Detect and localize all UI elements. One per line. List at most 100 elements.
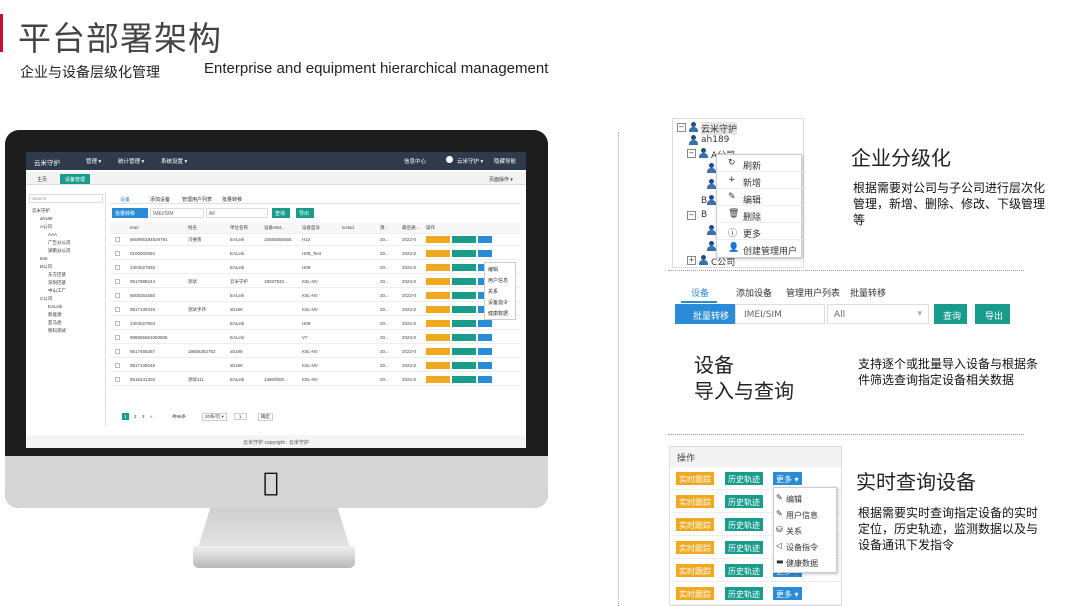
menu-edit[interactable]: ✎ 编辑 [774, 490, 838, 506]
tree-node[interactable]: EALink [48, 304, 62, 309]
more-button[interactable] [478, 348, 492, 355]
row-checkbox[interactable] [115, 349, 120, 354]
track-button[interactable] [426, 362, 450, 369]
tree-node[interactable]: ah189 [40, 216, 53, 221]
row-checkbox[interactable] [115, 307, 120, 312]
query-button[interactable]: 查询 [934, 304, 967, 324]
more-button[interactable] [478, 320, 492, 327]
sidebar-search-input[interactable]: Search [29, 194, 103, 203]
menu-device-command[interactable]: ◁ 设备指令 [774, 538, 838, 554]
user-menu[interactable]: 云米守护 ▾ [457, 157, 483, 165]
imei-input[interactable]: IMEI/SIM [150, 208, 204, 218]
tree-node[interactable]: B [701, 210, 707, 220]
tree-node[interactable]: 云米守护 [701, 122, 738, 135]
row-checkbox[interactable] [115, 321, 120, 326]
mini-menu-item[interactable]: 关系 [488, 288, 498, 295]
query-button[interactable]: 查询 [272, 208, 290, 218]
track-button[interactable] [426, 264, 450, 271]
tree-node[interactable]: 东方巴基 [48, 272, 66, 278]
imei-input[interactable]: IMEI/SIM [735, 304, 825, 324]
row-checkbox[interactable] [115, 265, 120, 270]
history-button[interactable] [452, 264, 476, 271]
tree-node[interactable]: B公司 [40, 264, 52, 270]
page-jump-input[interactable]: 1 [234, 413, 247, 420]
menu-stats[interactable]: 统计管理 ▾ [118, 157, 144, 165]
history-track-button[interactable]: 历史轨迹 [725, 495, 763, 508]
menu-manage[interactable]: 管理 ▾ [86, 157, 101, 165]
more-button[interactable]: 更多 ▾ [773, 587, 802, 600]
history-button[interactable] [452, 348, 476, 355]
mini-menu-item[interactable]: 设备指令 [488, 299, 508, 306]
tree-node[interactable]: 移科测试 [48, 328, 66, 334]
track-button[interactable] [426, 278, 450, 285]
more-button[interactable] [478, 250, 492, 257]
row-checkbox[interactable] [115, 279, 120, 284]
menu-edit[interactable]: ✎ 编辑 [717, 189, 803, 206]
tab-device[interactable]: 设备 [691, 286, 709, 299]
page-3[interactable]: 3 [142, 414, 145, 419]
track-button[interactable] [426, 236, 450, 243]
more-button[interactable] [478, 362, 492, 369]
history-button[interactable] [452, 278, 476, 285]
page-2[interactable]: 2 [134, 414, 137, 419]
collapse-icon[interactable]: − [687, 211, 696, 220]
tree-node[interactable]: B [701, 196, 707, 206]
tree-node[interactable]: A公司 [40, 224, 52, 230]
row-checkbox[interactable] [115, 251, 120, 256]
row-checkbox[interactable] [115, 237, 120, 242]
tree-node[interactable]: 广告分公司 [48, 240, 71, 246]
subtab-user-list[interactable]: 管理用户列表 [182, 196, 212, 203]
realtime-track-button[interactable]: 实时跟踪 [676, 587, 714, 600]
export-button[interactable]: 导出 [975, 304, 1010, 324]
page-jump-button[interactable]: 确定 [258, 413, 273, 421]
tab-user-list[interactable]: 管理用户列表 [786, 286, 840, 299]
tab-bulk-transfer[interactable]: 批量转移 [850, 286, 886, 299]
track-button[interactable] [426, 320, 450, 327]
track-button[interactable] [426, 306, 450, 313]
subtab-device[interactable]: 设备 [120, 196, 130, 203]
collapse-icon[interactable]: − [677, 123, 686, 132]
tree-node[interactable]: ah189 [701, 135, 729, 145]
menu-more[interactable]: ⓘ 更多 [717, 223, 803, 240]
tree-node[interactable]: 云米守护 [32, 208, 50, 214]
page-size-select[interactable]: 20条/页 ▾ [202, 413, 227, 421]
avatar[interactable] [446, 156, 453, 163]
history-track-button[interactable]: 历史轨迹 [725, 541, 763, 554]
menu-health-data[interactable]: ▬ 健康数据 [774, 554, 838, 570]
menu-refresh[interactable]: ↻ 刷新 [717, 155, 803, 172]
export-button[interactable]: 导出 [296, 208, 314, 218]
filter-select[interactable]: All ▾ [827, 304, 929, 324]
tree-node[interactable]: 深圳巴基 [48, 280, 66, 286]
filter-select[interactable]: All [206, 208, 268, 218]
tree-node[interactable]: AAA [48, 232, 57, 237]
history-button[interactable] [452, 292, 476, 299]
history-track-button[interactable]: 历史轨迹 [725, 472, 763, 485]
history-track-button[interactable]: 历史轨迹 [725, 564, 763, 577]
hide-nav[interactable]: 隐藏导航 [494, 157, 516, 165]
menu-user-info[interactable]: ✎ 用户信息 [774, 506, 838, 522]
menu-relation[interactable]: ⛁ 关系 [774, 522, 838, 538]
realtime-track-button[interactable]: 实时跟踪 [676, 541, 714, 554]
tab-device-manage[interactable]: 设备管理 [60, 174, 91, 184]
menu-delete[interactable]: 🗑 删除 [717, 206, 803, 223]
track-button[interactable] [426, 348, 450, 355]
subtab-add-device[interactable]: 添加设备 [150, 196, 170, 203]
realtime-track-button[interactable]: 实时跟踪 [676, 518, 714, 531]
tree-node[interactable]: C公司 [40, 296, 52, 302]
collapse-icon[interactable]: − [687, 149, 696, 158]
more-button[interactable] [478, 236, 492, 243]
more-button[interactable]: 更多 ▾ [773, 472, 802, 485]
more-button[interactable] [478, 376, 492, 383]
tree-node[interactable]: test [40, 256, 47, 261]
history-track-button[interactable]: 历史轨迹 [725, 518, 763, 531]
row-checkbox[interactable] [115, 293, 120, 298]
mini-menu-item[interactable]: 用户信息 [488, 277, 508, 284]
mini-menu-item[interactable]: 编辑 [488, 266, 498, 273]
bulk-transfer-button[interactable]: 批量转移 [112, 208, 148, 218]
tree-node[interactable]: 湖南分公司 [48, 248, 71, 254]
menu-add[interactable]: + 新增 [717, 172, 803, 189]
tab-add-device[interactable]: 添加设备 [736, 286, 772, 299]
history-button[interactable] [452, 334, 476, 341]
info-center[interactable]: 信息中心 [404, 157, 426, 165]
realtime-track-button[interactable]: 实时跟踪 [676, 472, 714, 485]
